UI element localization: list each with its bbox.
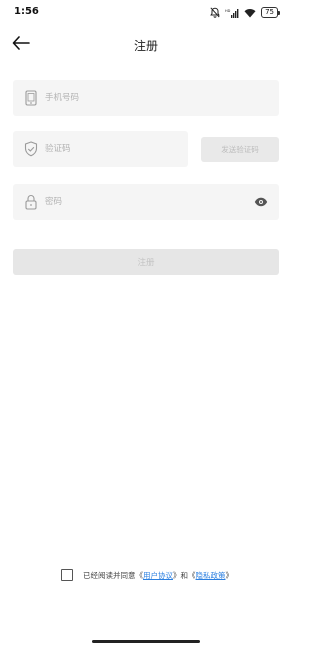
bell-off-icon <box>210 3 220 22</box>
page-title: 注册 <box>133 39 158 53</box>
phone-input[interactable] <box>45 80 247 116</box>
lock-icon <box>23 193 39 211</box>
wifi-icon <box>244 3 256 22</box>
phone-icon <box>23 89 39 107</box>
register-button[interactable]: 注册 <box>13 249 279 275</box>
send-code-button[interactable]: 发送验证码 <box>201 137 279 162</box>
status-icons: HD 75 <box>210 6 280 18</box>
battery-icon: 75 <box>261 6 280 18</box>
agreement-checkbox[interactable] <box>61 569 73 581</box>
phone-field <box>13 80 279 116</box>
signal-icon: HD <box>225 3 239 22</box>
status-bar: 1:56 HD 75 <box>0 0 292 26</box>
agreement-row: 已经阅读并同意《 用户协议 》和《 隐私政策 》 <box>61 567 233 583</box>
home-indicator[interactable] <box>92 640 200 643</box>
password-input[interactable] <box>45 184 247 220</box>
shield-check-icon <box>23 140 39 158</box>
user-agreement-link[interactable]: 用户协议 <box>143 570 173 581</box>
privacy-policy-link[interactable]: 隐私政策 <box>196 570 226 581</box>
status-time: 1:56 <box>14 6 39 17</box>
eye-icon[interactable] <box>253 195 269 209</box>
agreement-suffix: 》 <box>225 570 234 580</box>
password-field <box>13 184 279 220</box>
verification-code-field <box>13 131 188 167</box>
agreement-prefix: 已经阅读并同意《 <box>83 570 143 580</box>
verification-code-input[interactable] <box>45 131 156 167</box>
svg-text:HD: HD <box>225 9 231 13</box>
agreement-middle: 》和《 <box>173 570 196 580</box>
header: 注册 <box>0 30 292 60</box>
